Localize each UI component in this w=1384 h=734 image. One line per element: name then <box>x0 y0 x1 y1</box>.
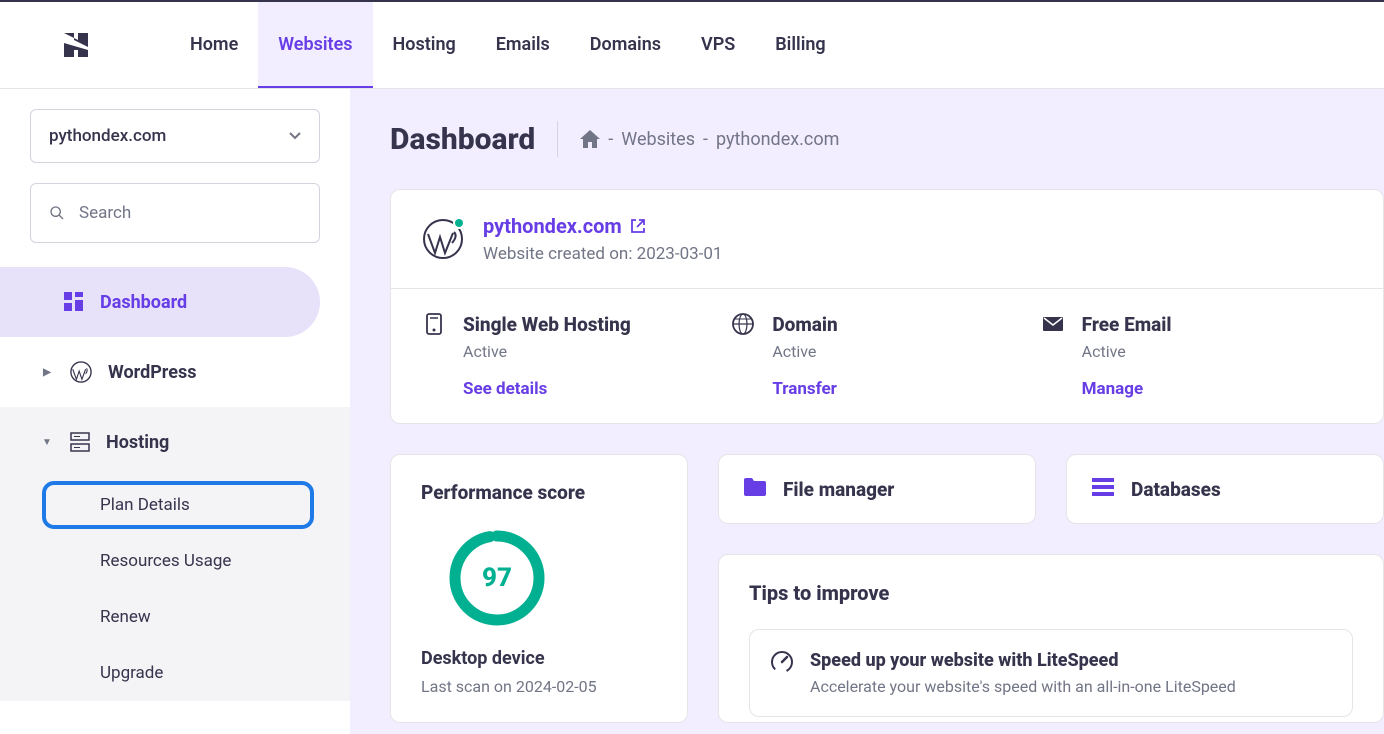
nav-hosting[interactable]: Hosting <box>373 2 476 88</box>
sidebar-item-label: Dashboard <box>100 292 187 313</box>
folder-icon <box>743 477 767 502</box>
search-box[interactable] <box>30 183 320 243</box>
divider <box>557 121 558 157</box>
sidebar-item-hosting[interactable]: ▼ Hosting <box>0 407 350 477</box>
breadcrumb-websites[interactable]: Websites <box>621 129 695 150</box>
hostinger-logo-icon <box>60 29 92 61</box>
home-icon[interactable] <box>580 130 600 148</box>
wordpress-site-icon <box>423 219 463 259</box>
cell-title: Domain <box>772 313 837 336</box>
cell-hosting: Single Web Hosting Active See details <box>423 313 732 399</box>
grid-row: Performance score 97 Desktop device Last… <box>390 454 1384 723</box>
sidebar-item-renew[interactable]: Renew <box>0 589 350 645</box>
site-card-row: Single Web Hosting Active See details Do… <box>391 289 1383 423</box>
performance-title: Performance score <box>421 481 657 504</box>
cell-status: Active <box>772 342 837 361</box>
cell-status: Active <box>463 342 631 361</box>
site-card: pythondex.com Website created on: 2023-0… <box>390 189 1384 424</box>
cell-title: Single Web Hosting <box>463 313 631 336</box>
site-name-link[interactable]: pythondex.com <box>483 214 722 238</box>
tip-title: Speed up your website with LiteSpeed <box>810 650 1236 671</box>
chevron-right-icon: ▶ <box>40 367 54 378</box>
main-content: Dashboard - Websites - pythondex.com pyt… <box>350 89 1384 734</box>
site-selector-label: pythondex.com <box>49 126 166 146</box>
page-header: Dashboard - Websites - pythondex.com <box>390 121 1384 157</box>
sidebar-item-wordpress[interactable]: ▶ WordPress <box>0 337 350 407</box>
tip-item[interactable]: Speed up your website with LiteSpeed Acc… <box>749 629 1353 717</box>
file-manager-card[interactable]: File manager <box>718 454 1036 524</box>
sidebar: pythondex.com Dashboard ▶ WordPress ▼ Ho… <box>0 89 350 734</box>
site-card-header: pythondex.com Website created on: 2023-0… <box>391 190 1383 289</box>
chevron-down-icon: ▼ <box>40 437 54 448</box>
site-name-text: pythondex.com <box>483 214 622 238</box>
nav-vps[interactable]: VPS <box>681 2 755 88</box>
cell-domain: Domain Active Transfer <box>732 313 1041 399</box>
nav-emails[interactable]: Emails <box>476 2 570 88</box>
tips-title: Tips to improve <box>749 581 1353 605</box>
site-selector[interactable]: pythondex.com <box>30 109 320 163</box>
external-link-icon <box>630 218 646 234</box>
search-input[interactable] <box>79 203 301 223</box>
top-nav: Home Websites Hosting Emails Domains VPS… <box>0 0 1384 89</box>
email-icon <box>1042 313 1064 335</box>
tip-desc: Accelerate your website's speed with an … <box>810 677 1236 696</box>
performance-last-scan: Last scan on 2024-02-05 <box>421 677 657 696</box>
databases-card[interactable]: Databases <box>1066 454 1384 524</box>
site-created: Website created on: 2023-03-01 <box>483 244 722 264</box>
sidebar-item-dashboard[interactable]: Dashboard <box>0 267 320 337</box>
tips-card: Tips to improve Speed up your website wi… <box>718 554 1384 723</box>
chevron-down-icon <box>289 132 301 140</box>
status-dot-icon <box>453 217 465 229</box>
small-card-label: File manager <box>783 478 894 501</box>
performance-card: Performance score 97 Desktop device Last… <box>390 454 688 723</box>
small-card-label: Databases <box>1131 478 1221 501</box>
breadcrumb-sep: - <box>608 129 613 150</box>
cell-status: Active <box>1082 342 1172 361</box>
brand-logo[interactable] <box>0 2 170 88</box>
hosting-icon <box>423 313 445 335</box>
sidebar-item-label: WordPress <box>108 362 196 383</box>
small-cards-row: File manager Databases <box>718 454 1384 524</box>
database-icon <box>1091 477 1115 502</box>
cell-email: Free Email Active Manage <box>1042 313 1351 399</box>
sidebar-item-resources-usage[interactable]: Resources Usage <box>0 533 350 589</box>
domain-icon <box>732 313 754 335</box>
nav-websites[interactable]: Websites <box>258 2 372 88</box>
nav-domains[interactable]: Domains <box>570 2 681 88</box>
sidebar-item-plan-details[interactable]: Plan Details <box>0 477 350 533</box>
breadcrumb-sep: - <box>703 129 708 150</box>
nav-billing[interactable]: Billing <box>755 2 845 88</box>
nav-items: Home Websites Hosting Emails Domains VPS… <box>170 2 846 88</box>
sidebar-item-upgrade[interactable]: Upgrade <box>0 645 350 701</box>
performance-score: 97 <box>447 528 547 628</box>
sidebar-item-label: Hosting <box>106 432 169 453</box>
transfer-link[interactable]: Transfer <box>772 379 837 399</box>
page-title: Dashboard <box>390 122 535 157</box>
performance-device: Desktop device <box>421 648 657 669</box>
speed-icon <box>770 650 794 674</box>
nav-home[interactable]: Home <box>170 2 258 88</box>
wordpress-icon <box>70 361 92 383</box>
dashboard-icon <box>64 292 84 312</box>
performance-ring: 97 <box>447 528 547 628</box>
breadcrumb-site: pythondex.com <box>716 129 839 150</box>
server-icon <box>70 432 90 452</box>
manage-link[interactable]: Manage <box>1082 379 1172 399</box>
search-icon <box>49 203 65 223</box>
see-details-link[interactable]: See details <box>463 379 631 399</box>
cell-title: Free Email <box>1082 313 1172 336</box>
breadcrumb: - Websites - pythondex.com <box>580 129 839 150</box>
